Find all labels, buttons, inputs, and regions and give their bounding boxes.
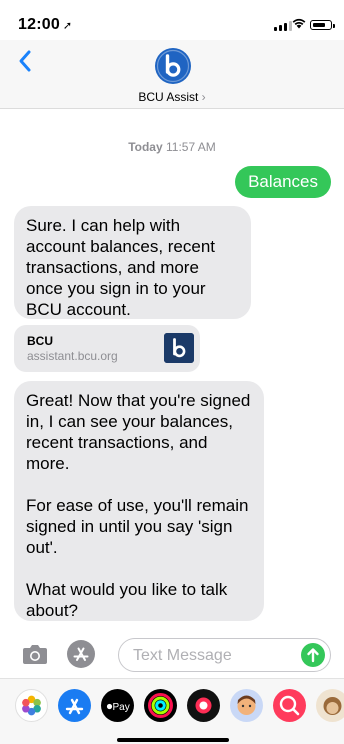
- app-store-app-icon[interactable]: [58, 689, 91, 722]
- photos-app-icon[interactable]: [15, 689, 48, 722]
- bcu-link-logo-icon: [164, 333, 194, 363]
- home-indicator[interactable]: [117, 738, 229, 742]
- message-paragraph: Great! Now that you're signed in, I can …: [26, 391, 251, 473]
- photos-flower-icon: [22, 695, 41, 716]
- conversation-header: BCU Assist ›: [0, 40, 344, 109]
- app-store-icon: [73, 647, 89, 661]
- link-preview-url: assistant.bcu.org: [27, 349, 118, 363]
- imessage-app-drawer: Pay: [0, 678, 344, 744]
- link-preview-title: BCU: [27, 334, 53, 348]
- status-bar: 12:00 ➚: [0, 0, 344, 40]
- animoji-app-icon[interactable]: [316, 689, 344, 722]
- contact-name[interactable]: BCU Assist ›: [0, 90, 344, 104]
- monkey-face-icon: [323, 697, 342, 715]
- activity-app-icon[interactable]: [144, 689, 177, 722]
- message-placeholder: Text Message: [133, 647, 232, 664]
- message-paragraph: For ease of use, you'll remain signed in…: [26, 496, 249, 557]
- heart-touch-icon: [195, 697, 212, 714]
- contact-avatar[interactable]: [155, 48, 191, 84]
- apple-pay-label: Pay: [113, 702, 130, 713]
- message-paragraph: What would you like to talk about?: [26, 580, 228, 620]
- apple-pay-app-icon[interactable]: Pay: [101, 689, 134, 722]
- outgoing-message-bubble[interactable]: Balances: [235, 166, 331, 198]
- contact-chevron-icon: ›: [201, 90, 206, 104]
- memoji-face-icon: [237, 695, 256, 715]
- incoming-message-bubble[interactable]: Great! Now that you're signed in, I can …: [14, 381, 264, 621]
- battery-icon: [310, 20, 335, 30]
- status-time: 12:00 ➚: [18, 16, 73, 33]
- app-store-a-icon: [65, 698, 84, 715]
- location-arrow-icon: ➚: [62, 20, 73, 32]
- app-store-button[interactable]: [67, 640, 95, 668]
- apple-pay-logo-icon: Pay: [106, 702, 130, 713]
- activity-rings-icon: [148, 693, 173, 718]
- images-search-app-icon[interactable]: [273, 689, 306, 722]
- wifi-icon: [292, 18, 306, 29]
- back-chevron-icon[interactable]: [14, 46, 38, 76]
- incoming-message-bubble[interactable]: Sure. I can help with account balances, …: [14, 206, 251, 319]
- digital-touch-app-icon[interactable]: [187, 689, 220, 722]
- camera-icon[interactable]: [22, 643, 48, 665]
- globe-search-icon: [279, 695, 300, 716]
- send-arrow-icon: [307, 648, 319, 663]
- message-timestamp: Today 11:57 AM: [128, 140, 216, 154]
- link-preview-card[interactable]: BCU assistant.bcu.org: [14, 325, 200, 372]
- send-button[interactable]: [301, 643, 325, 667]
- message-text-field[interactable]: Text Message: [118, 638, 331, 672]
- bcu-logo-icon: [156, 49, 190, 83]
- cellular-signal-icon: [274, 21, 292, 31]
- memoji-app-icon[interactable]: [230, 689, 263, 722]
